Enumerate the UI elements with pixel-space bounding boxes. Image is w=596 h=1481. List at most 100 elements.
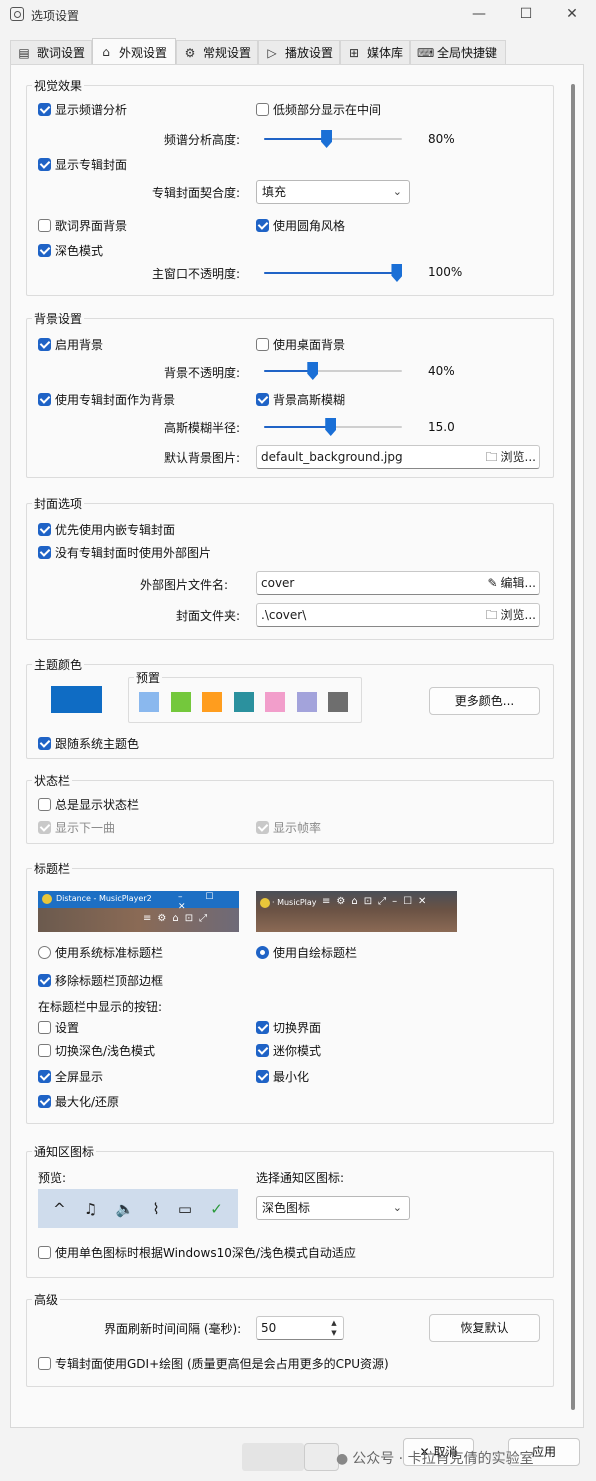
- lyrics-icon: ▤: [18, 45, 30, 60]
- tray-icon-select[interactable]: 深色图标 ⌄: [256, 1196, 410, 1220]
- gdi-plus-checkbox[interactable]: 专辑封面使用GDI+绘图 (质量更高但是会占用更多的CPU资源): [38, 1355, 389, 1372]
- dark-mode-checkbox[interactable]: 深色模式: [38, 242, 103, 259]
- vertical-scrollbar[interactable]: [571, 84, 575, 1410]
- btn-maximize-checkbox[interactable]: 最大化/还原: [38, 1093, 119, 1110]
- speaker-icon: 🔈: [115, 1199, 135, 1218]
- desktop-bg-checkbox[interactable]: 使用桌面背景: [256, 336, 345, 353]
- tab-strip: ▤ 歌词设置 ⌂ 外观设置 ⚙ 常规设置 ▷ 播放设置 ⊞ 媒体库 ⌨ 全局快捷键: [0, 38, 596, 65]
- play-icon: ▷: [267, 45, 277, 60]
- current-theme-color[interactable]: [51, 686, 102, 713]
- spectrum-height-slider[interactable]: [264, 129, 402, 149]
- preset-color-swatch[interactable]: [202, 692, 222, 712]
- btn-minimize-checkbox[interactable]: 最小化: [256, 1068, 309, 1085]
- close-button[interactable]: ✕: [549, 3, 595, 25]
- shield-icon: ✓: [210, 1199, 223, 1218]
- lyrics-bg-checkbox[interactable]: 歌词界面背景: [38, 217, 127, 234]
- tab-appearance[interactable]: ⌂ 外观设置: [92, 38, 176, 65]
- tab-hotkeys[interactable]: ⌨ 全局快捷键: [410, 40, 506, 64]
- tray-preview-label: 预览:: [38, 1171, 67, 1185]
- app-logo-icon: [42, 894, 52, 904]
- use-external-checkbox[interactable]: 没有专辑封面时使用外部图片: [38, 544, 211, 561]
- folder-icon: 🗀: [485, 608, 498, 622]
- bg-opacity-value: 40%: [428, 364, 455, 378]
- tab-lyrics[interactable]: ▤ 歌词设置: [10, 40, 92, 64]
- maximize-icon: ☐: [519, 6, 533, 22]
- edit-button[interactable]: ✎ 编辑...: [487, 572, 536, 594]
- follow-system-checkbox[interactable]: 跟随系统主题色: [38, 735, 139, 752]
- prefer-embedded-checkbox[interactable]: 优先使用内嵌专辑封面: [38, 521, 175, 538]
- more-colors-button[interactable]: 更多颜色...: [429, 687, 540, 715]
- rounded-style-checkbox[interactable]: 使用圆角风格: [256, 217, 345, 234]
- battery-icon: ▭: [177, 1199, 193, 1218]
- tab-playback[interactable]: ▷ 播放设置: [258, 40, 340, 64]
- statusbar-title: 状态栏: [32, 772, 73, 789]
- btn-fullscreen-checkbox[interactable]: 全屏显示: [38, 1068, 103, 1085]
- low-freq-center-checkbox[interactable]: 低频部分显示在中间: [256, 101, 381, 118]
- external-name-field[interactable]: cover ✎ 编辑...: [256, 571, 540, 595]
- tab-label: 常规设置: [203, 46, 252, 60]
- preset-color-swatch[interactable]: [234, 692, 254, 712]
- cover-title: 封面选项: [32, 495, 85, 512]
- blur-radius-slider[interactable]: [264, 417, 402, 437]
- btn-mini-checkbox[interactable]: 迷你模式: [256, 1042, 321, 1059]
- wechat-icon: ●: [336, 1451, 349, 1467]
- custom-titlebar-preview: · MusicPlay ≡⚙⌂⊡⤢–☐✕: [256, 891, 457, 932]
- browse-button[interactable]: 🗀 浏览...: [486, 446, 536, 468]
- album-as-bg-checkbox[interactable]: 使用专辑封面作为背景: [38, 391, 175, 408]
- grid-icon: ⊞: [348, 45, 360, 60]
- browse-button[interactable]: 🗀 浏览...: [486, 604, 536, 626]
- app-logo-icon: [260, 898, 270, 908]
- preset-color-swatch[interactable]: [265, 692, 285, 712]
- show-fps-checkbox: 显示帧率: [256, 819, 321, 836]
- folder-label: 封面文件夹:: [176, 609, 241, 623]
- opacity-slider[interactable]: [264, 263, 403, 283]
- show-next-checkbox: 显示下一曲: [38, 819, 115, 836]
- enable-bg-checkbox[interactable]: 启用背景: [38, 336, 103, 353]
- default-bg-label: 默认背景图片:: [164, 451, 241, 465]
- preset-color-swatch[interactable]: [297, 692, 317, 712]
- show-album-cover-checkbox[interactable]: 显示专辑封面: [38, 156, 127, 173]
- folder-icon: 🗀: [485, 450, 498, 464]
- cover-folder-field[interactable]: .\cover\ 🗀 浏览...: [256, 603, 540, 627]
- visual-effects-title: 视觉效果: [32, 77, 85, 94]
- tab-media-library[interactable]: ⊞ 媒体库: [340, 40, 410, 64]
- preset-color-swatch[interactable]: [328, 692, 348, 712]
- mono-auto-checkbox[interactable]: 使用单色图标时根据Windows10深色/浅色模式自动适应: [38, 1244, 356, 1261]
- btn-switch-ui-checkbox[interactable]: 切换界面: [256, 1019, 321, 1036]
- default-bg-field[interactable]: default_background.jpg 🗀 浏览...: [256, 445, 540, 469]
- tab-label: 歌词设置: [37, 46, 86, 60]
- bg-opacity-slider[interactable]: [264, 361, 402, 381]
- custom-titlebar-radio[interactable]: 使用自绘标题栏: [256, 944, 357, 961]
- ok-button[interactable]: 确定: [242, 1443, 304, 1471]
- titlebar-buttons-label: 在标题栏中显示的按钮:: [38, 1000, 163, 1014]
- tab-general[interactable]: ⚙ 常规设置: [176, 40, 258, 64]
- minimize-button[interactable]: —: [456, 3, 502, 25]
- keyboard-icon: ⌨: [417, 45, 435, 60]
- tray-icon-title: 通知区图标: [32, 1143, 97, 1160]
- external-name-label: 外部图片文件名:: [140, 578, 229, 592]
- background-title: 背景设置: [32, 310, 85, 327]
- music-note-icon: ♫: [83, 1199, 98, 1218]
- always-show-statusbar-checkbox[interactable]: 总是显示状态栏: [38, 796, 139, 813]
- preset-color-swatch[interactable]: [171, 692, 191, 712]
- show-spectrum-checkbox[interactable]: 显示频谱分析: [38, 101, 127, 118]
- btn-dark-light-checkbox[interactable]: 切换深色/浅色模式: [38, 1042, 155, 1059]
- system-titlebar-radio[interactable]: 使用系统标准标题栏: [38, 944, 163, 961]
- blur-radius-value: 15.0: [428, 420, 455, 434]
- btn-settings-checkbox[interactable]: 设置: [38, 1019, 79, 1036]
- opacity-value: 100%: [428, 265, 463, 279]
- preset-color-swatch[interactable]: [139, 692, 159, 712]
- maximize-button[interactable]: ☐: [503, 3, 549, 25]
- spin-down-icon: ▼: [331, 1329, 337, 1337]
- refresh-interval-spinbox[interactable]: 50 ▲ ▼: [256, 1316, 344, 1340]
- minimize-icon: —: [472, 6, 486, 22]
- tab-label: 外观设置: [119, 45, 168, 60]
- gaussian-blur-checkbox[interactable]: 背景高斯模糊: [256, 391, 345, 408]
- tab-label: 全局快捷键: [437, 46, 498, 60]
- restore-default-button[interactable]: 恢复默认: [429, 1314, 540, 1342]
- remove-top-border-checkbox[interactable]: 移除标题栏顶部边框: [38, 972, 163, 989]
- opacity-label: 主窗口不透明度:: [152, 267, 241, 281]
- cover-fit-select[interactable]: 填充 ⌄: [256, 180, 410, 204]
- spectrum-height-value: 80%: [428, 132, 455, 146]
- app-settings-icon: [10, 7, 24, 21]
